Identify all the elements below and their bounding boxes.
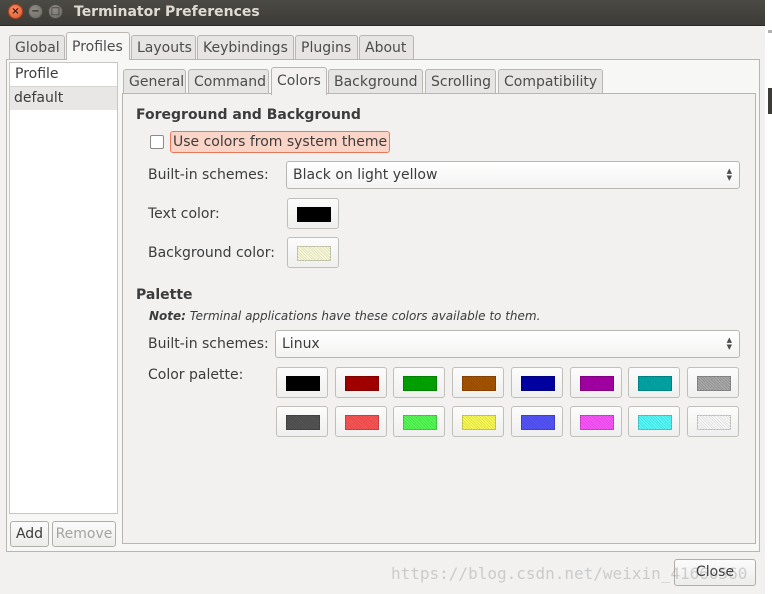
palette-color-button[interactable] xyxy=(452,406,505,437)
window-title: Terminator Preferences xyxy=(74,4,260,20)
tab-profiles[interactable]: Profiles xyxy=(66,32,130,60)
palette-color-swatch xyxy=(520,415,555,430)
text-color-button[interactable] xyxy=(287,198,339,229)
palette-scheme-value: Linux xyxy=(282,336,320,352)
palette-color-swatch xyxy=(696,376,731,391)
palette-color-button[interactable] xyxy=(628,406,681,437)
palette-color-button[interactable] xyxy=(276,367,328,398)
palette-color-swatch xyxy=(696,415,731,430)
fg-schemes-label: Built-in schemes: xyxy=(148,167,269,183)
add-profile-button[interactable]: Add xyxy=(10,521,49,547)
palette-color-swatch xyxy=(344,415,379,430)
palette-color-button[interactable] xyxy=(569,367,622,398)
tab-colors[interactable]: Colors xyxy=(271,67,327,95)
window-minimize-button[interactable]: − xyxy=(28,4,43,19)
preferences-window: × − □ Terminator Preferences Global Prof… xyxy=(0,0,765,594)
tab-background[interactable]: Background xyxy=(328,69,423,93)
close-icon: × xyxy=(11,6,20,17)
window-close-button[interactable]: × xyxy=(8,4,23,19)
palette-schemes-label: Built-in schemes: xyxy=(148,336,269,352)
updown-arrows-icon: ▲ ▼ xyxy=(726,336,732,351)
minimize-icon: − xyxy=(31,6,40,17)
palette-note: Note: Terminal applications have these c… xyxy=(149,309,540,323)
tab-layouts[interactable]: Layouts xyxy=(131,35,196,59)
fg-scheme-select[interactable]: Black on light yellow ▲ ▼ xyxy=(286,161,740,189)
text-color-swatch xyxy=(297,207,331,222)
palette-color-button[interactable] xyxy=(276,406,328,437)
bg-color-swatch xyxy=(297,246,331,261)
window-maximize-button[interactable]: □ xyxy=(48,4,63,19)
palette-color-button[interactable] xyxy=(393,367,446,398)
fg-scheme-value: Black on light yellow xyxy=(293,167,438,183)
palette-color-swatch xyxy=(344,376,379,391)
palette-color-button[interactable] xyxy=(452,367,505,398)
title-bar: × − □ Terminator Preferences xyxy=(0,0,765,26)
bg-color-label: Background color: xyxy=(148,245,275,261)
profile-list: Profile default xyxy=(9,62,118,514)
palette-color-button[interactable] xyxy=(686,406,739,437)
profile-list-item[interactable]: default xyxy=(10,87,117,110)
palette-color-swatch xyxy=(638,376,673,391)
remove-profile-button[interactable]: Remove xyxy=(52,521,116,547)
palette-color-swatch xyxy=(579,376,614,391)
fg-bg-section-title: Foreground and Background xyxy=(136,107,361,123)
maximize-icon: □ xyxy=(50,6,61,17)
palette-color-swatch xyxy=(286,376,320,391)
tab-plugins[interactable]: Plugins xyxy=(295,35,358,59)
palette-color-swatch xyxy=(579,415,614,430)
palette-color-button[interactable] xyxy=(510,367,563,398)
background-window-edge xyxy=(768,88,772,114)
system-theme-label[interactable]: Use colors from system theme xyxy=(170,131,391,153)
system-theme-checkbox[interactable] xyxy=(150,135,164,149)
palette-color-swatch xyxy=(403,376,438,391)
updown-arrows-icon: ▲ ▼ xyxy=(726,167,732,182)
palette-color-button[interactable] xyxy=(686,367,739,398)
profile-column-header[interactable]: Profile xyxy=(10,63,117,87)
tab-global[interactable]: Global xyxy=(9,35,65,59)
background-window-edge xyxy=(768,30,772,33)
palette-color-button[interactable] xyxy=(334,367,387,398)
palette-color-swatch xyxy=(286,415,320,430)
tab-general[interactable]: General xyxy=(123,69,186,93)
palette-color-swatch xyxy=(638,415,673,430)
palette-color-button[interactable] xyxy=(334,406,387,437)
palette-color-swatch xyxy=(462,376,497,391)
color-palette-label: Color palette: xyxy=(148,367,244,383)
palette-color-button[interactable] xyxy=(510,406,563,437)
palette-color-swatch xyxy=(462,415,497,430)
tab-command[interactable]: Command xyxy=(188,69,269,93)
palette-note-prefix: Note: xyxy=(149,309,186,323)
palette-color-button[interactable] xyxy=(569,406,622,437)
palette-section-title: Palette xyxy=(136,287,193,303)
watermark-text: https://blog.csdn.net/weixin_41660560 xyxy=(391,564,748,583)
tab-about[interactable]: About xyxy=(359,35,414,59)
tab-keybindings[interactable]: Keybindings xyxy=(197,35,294,59)
tab-scrolling[interactable]: Scrolling xyxy=(425,69,496,93)
palette-color-swatch xyxy=(520,376,555,391)
palette-scheme-select[interactable]: Linux ▲ ▼ xyxy=(275,330,740,358)
palette-color-swatch xyxy=(403,415,438,430)
tab-compatibility[interactable]: Compatibility xyxy=(498,69,603,93)
palette-note-text: Terminal applications have these colors … xyxy=(185,309,541,323)
text-color-label: Text color: xyxy=(148,206,220,222)
palette-color-button[interactable] xyxy=(628,367,681,398)
palette-color-button[interactable] xyxy=(393,406,446,437)
bg-color-button[interactable] xyxy=(287,237,339,268)
